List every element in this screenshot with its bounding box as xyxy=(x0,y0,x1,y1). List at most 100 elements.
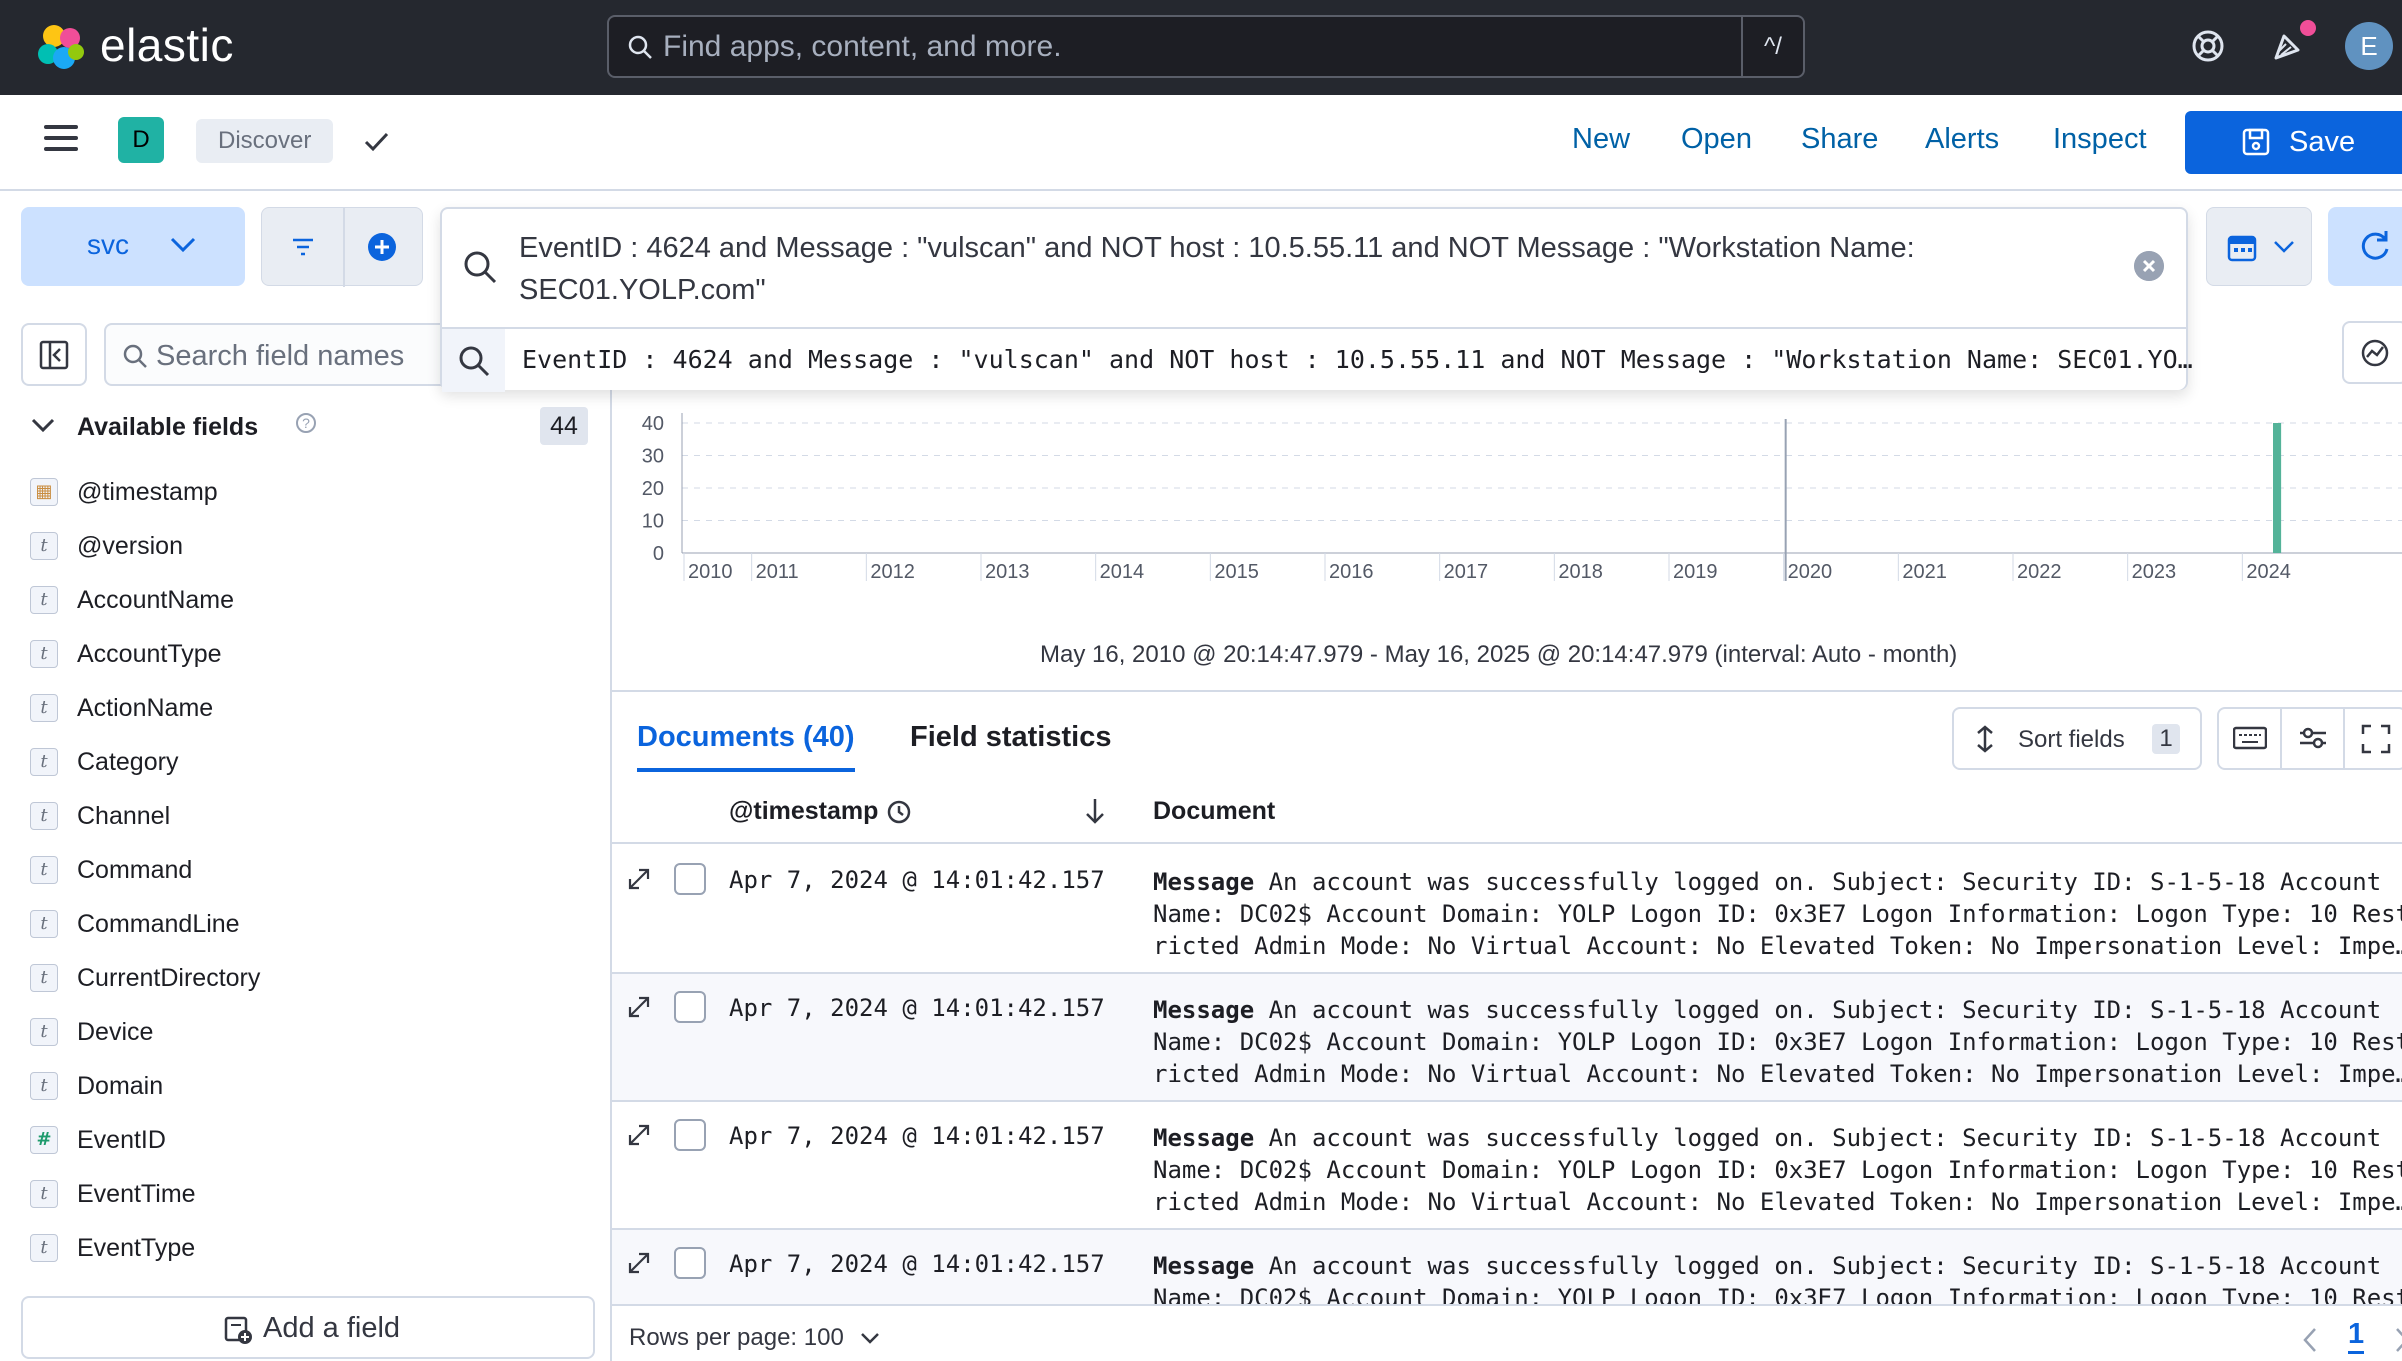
field-type-text-icon: t xyxy=(30,748,58,776)
add-field-button[interactable]: Add a field xyxy=(21,1296,595,1359)
field-item[interactable]: t @version xyxy=(0,519,610,573)
clear-icon[interactable] xyxy=(2134,251,2164,281)
field-item[interactable]: t Command xyxy=(0,843,610,897)
x-tick-label: 2015 xyxy=(1214,561,1259,583)
query-input[interactable]: EventID : 4624 and Message : "vulscan" a… xyxy=(440,207,2193,392)
display-settings-button[interactable] xyxy=(2282,709,2345,768)
alerts-link[interactable]: Alerts xyxy=(1925,123,1999,156)
field-item[interactable]: t AccountName xyxy=(0,573,610,627)
histogram-chart[interactable]: 40 30 20 10 0 2010 2011 2012 2013 2014 2015 2016 201… xyxy=(612,395,2402,615)
help-icon[interactable] xyxy=(2184,22,2232,70)
x-tick-label: 2019 xyxy=(1673,561,1718,583)
column-header-timestamp[interactable]: @timestamp xyxy=(729,797,878,826)
global-search-input[interactable] xyxy=(663,27,1743,67)
field-item[interactable]: # EventID xyxy=(0,1113,610,1167)
tab-documents[interactable]: Documents (40) xyxy=(637,721,855,772)
field-type-text-icon: t xyxy=(30,910,58,938)
x-tick-label: 2024 xyxy=(2246,561,2291,583)
x-tick-label: 2014 xyxy=(1100,561,1145,583)
sort-icon xyxy=(1977,725,1993,753)
x-tick-label: 2023 xyxy=(2132,561,2177,583)
tab-field-statistics[interactable]: Field statistics xyxy=(910,721,1111,754)
field-item[interactable]: t EventType xyxy=(0,1221,610,1275)
x-tick-label: 2017 xyxy=(1444,561,1489,583)
share-link[interactable]: Share xyxy=(1801,123,1878,156)
dataview-picker[interactable]: svc xyxy=(21,207,245,286)
notification-dot xyxy=(2300,20,2316,36)
page-number-current[interactable]: 1 xyxy=(2348,1318,2365,1354)
available-fields-label: Available fields xyxy=(77,413,259,441)
field-item[interactable]: t CurrentDirectory xyxy=(0,951,610,1005)
inspect-link[interactable]: Inspect xyxy=(2053,123,2147,156)
dataview-label: svc xyxy=(87,229,129,260)
field-item[interactable]: t Device xyxy=(0,1005,610,1059)
refresh-button[interactable] xyxy=(2328,207,2402,286)
row-timestamp: Apr 7, 2024 @ 14:01:42.157 xyxy=(729,1122,1105,1150)
x-tick-label: 2021 xyxy=(1902,561,1947,583)
user-avatar[interactable]: E xyxy=(2345,22,2393,70)
global-search[interactable]: ^/ xyxy=(607,15,1805,78)
field-item[interactable]: t ActionName xyxy=(0,681,610,735)
space-avatar[interactable]: D xyxy=(118,117,164,163)
expand-icon[interactable] xyxy=(626,994,652,1020)
chevron-down-icon xyxy=(2274,241,2294,253)
expand-icon[interactable] xyxy=(626,866,652,892)
column-header-document[interactable]: Document xyxy=(1153,797,1275,826)
search-icon xyxy=(123,344,147,368)
field-name: Domain xyxy=(77,1072,164,1100)
collapse-sidebar-button[interactable] xyxy=(21,323,87,386)
field-item[interactable]: t CommandLine xyxy=(0,897,610,951)
document-field-key: Message xyxy=(1153,868,1255,896)
expand-icon[interactable] xyxy=(626,1250,652,1276)
field-name: Channel xyxy=(77,802,171,830)
expand-icon[interactable] xyxy=(626,1122,652,1148)
row-checkbox[interactable] xyxy=(674,1119,706,1151)
fullscreen-button[interactable] xyxy=(2345,709,2402,768)
chevron-down-icon xyxy=(170,237,196,253)
row-checkbox[interactable] xyxy=(674,991,706,1023)
brand-name[interactable]: elastic xyxy=(100,18,234,72)
table-row: Apr 7, 2024 @ 14:01:42.157 Message An acc… xyxy=(612,974,2402,1102)
sort-descending-icon[interactable] xyxy=(1082,797,1108,825)
filter-icon[interactable] xyxy=(290,236,316,258)
search-icon xyxy=(464,251,497,284)
query-suggestion[interactable]: EventID : 4624 and Message : "vulscan" a… xyxy=(442,327,2193,392)
document-line: Name: DC02$ Account Domain: YOLP Logon I… xyxy=(1153,1156,2402,1184)
chevron-right-icon[interactable] xyxy=(2392,1326,2402,1354)
field-item[interactable]: ▦ @timestamp xyxy=(0,465,610,519)
rows-per-page-select[interactable]: Rows per page: 100 xyxy=(629,1324,880,1352)
breadcrumb[interactable]: Discover xyxy=(196,119,334,163)
field-name: Command xyxy=(77,856,193,884)
field-item[interactable]: t Channel xyxy=(0,789,610,843)
available-fields-header[interactable]: Available fields ? 44 xyxy=(30,405,590,451)
query-text[interactable]: EventID : 4624 and Message : "vulscan" a… xyxy=(519,227,2059,311)
field-type-text-icon: t xyxy=(30,694,58,722)
chevron-down-icon xyxy=(861,1332,880,1344)
elastic-logo-icon[interactable] xyxy=(34,20,90,76)
keyboard-shortcuts-button[interactable] xyxy=(2219,709,2282,768)
field-type-text-icon: t xyxy=(30,964,58,992)
add-filter-icon[interactable] xyxy=(366,231,398,263)
field-item[interactable]: t Category xyxy=(0,735,610,789)
check-icon[interactable] xyxy=(360,125,392,157)
open-link[interactable]: Open xyxy=(1681,123,1752,156)
row-checkbox[interactable] xyxy=(674,1247,706,1279)
menu-icon[interactable] xyxy=(44,125,78,153)
field-item[interactable]: t EventTime xyxy=(0,1167,610,1221)
field-type-text-icon: t xyxy=(30,1180,58,1208)
field-item[interactable]: t Domain xyxy=(0,1059,610,1113)
chevron-left-icon[interactable] xyxy=(2300,1326,2320,1354)
help-icon[interactable]: ? xyxy=(296,413,316,433)
y-tick-label: 40 xyxy=(642,413,664,435)
sort-fields-button[interactable]: Sort fields 1 xyxy=(1952,707,2202,770)
date-picker[interactable] xyxy=(2206,207,2312,286)
histogram-options-button[interactable] xyxy=(2342,321,2402,384)
new-link[interactable]: New xyxy=(1572,123,1630,156)
clock-icon xyxy=(887,800,911,824)
row-checkbox[interactable] xyxy=(674,863,706,895)
field-item[interactable]: t AccountType xyxy=(0,627,610,681)
table-row: Apr 7, 2024 @ 14:01:42.157 Message An acc… xyxy=(612,1102,2402,1230)
save-button[interactable]: Save xyxy=(2185,111,2402,174)
x-tick-label: 2013 xyxy=(985,561,1030,583)
field-list: ▦ @timestamp t @version t AccountName t Account… xyxy=(0,465,610,1275)
